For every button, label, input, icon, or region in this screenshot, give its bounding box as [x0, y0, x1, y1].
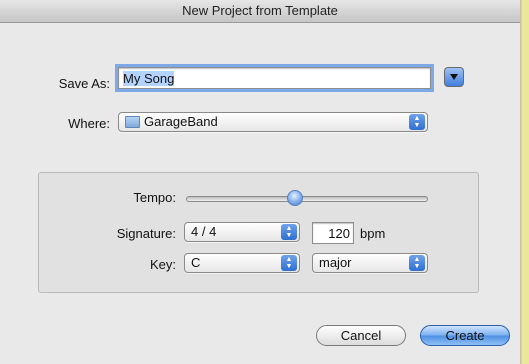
popup-arrows-icon: ▲ ▼	[409, 114, 425, 130]
key-label: Key:	[149, 257, 176, 272]
save-as-field[interactable]: My Song	[115, 64, 434, 92]
signature-popup[interactable]: 4 / 4 ▲ ▼	[184, 222, 300, 242]
where-popup[interactable]: GarageBand ▲ ▼	[118, 112, 428, 132]
where-value: GarageBand	[144, 114, 218, 129]
signature-label: Signature:	[116, 226, 176, 241]
save-as-label: Save As:	[58, 76, 110, 91]
bpm-value: 120	[328, 226, 350, 241]
popup-arrows-icon: ▲ ▼	[409, 255, 425, 271]
key-mode-value: major	[319, 255, 352, 270]
tempo-slider-track	[186, 196, 428, 202]
new-project-dialog: New Project from Template Save As: My So…	[0, 0, 520, 364]
key-note-popup[interactable]: C ▲ ▼	[184, 253, 300, 273]
window-title: New Project from Template	[0, 0, 520, 23]
chevron-down-icon	[450, 74, 458, 80]
bpm-field[interactable]: 120	[312, 222, 354, 244]
folder-icon	[125, 116, 140, 128]
tempo-slider-thumb[interactable]	[287, 190, 303, 206]
cancel-button[interactable]: Cancel	[316, 325, 406, 346]
popup-arrows-icon: ▲ ▼	[281, 255, 297, 271]
key-note-value: C	[191, 255, 201, 270]
create-button[interactable]: Create	[420, 325, 510, 346]
where-label: Where:	[68, 116, 110, 131]
tempo-slider[interactable]	[186, 190, 428, 208]
signature-value: 4 / 4	[191, 224, 217, 239]
expand-disclosure-button[interactable]	[444, 67, 464, 87]
bpm-unit-label: bpm	[360, 226, 386, 241]
popup-arrows-icon: ▲ ▼	[281, 224, 297, 240]
tempo-label: Tempo:	[133, 190, 176, 205]
key-mode-popup[interactable]: major ▲ ▼	[312, 253, 428, 273]
save-as-value: My Song	[123, 71, 175, 86]
